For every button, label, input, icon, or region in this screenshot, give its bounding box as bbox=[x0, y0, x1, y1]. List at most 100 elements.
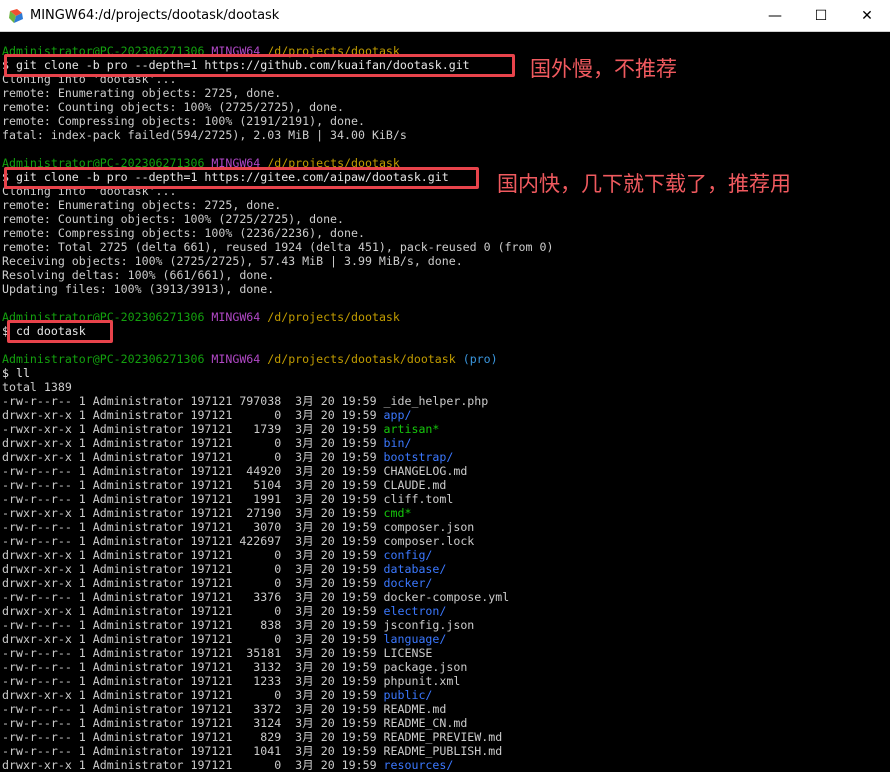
file-name: _ide_helper.php bbox=[383, 394, 489, 408]
file-meta: -rw-r--r-- 1 Administrator 197121 35181 … bbox=[2, 646, 384, 660]
file-row: -rw-r--r-- 1 Administrator 197121 838 3月… bbox=[2, 618, 474, 632]
file-row: -rw-r--r-- 1 Administrator 197121 1041 3… bbox=[2, 744, 502, 758]
file-meta: -rw-r--r-- 1 Administrator 197121 838 3月… bbox=[2, 618, 384, 632]
file-meta: -rw-r--r-- 1 Administrator 197121 3372 3… bbox=[2, 702, 384, 716]
file-row: drwxr-xr-x 1 Administrator 197121 0 3月 2… bbox=[2, 548, 432, 562]
file-meta: -rw-r--r-- 1 Administrator 197121 1041 3… bbox=[2, 744, 384, 758]
file-name: phpunit.xml bbox=[383, 674, 461, 688]
terminal-output[interactable]: Administrator@PC-202306271306 MINGW64 /d… bbox=[0, 32, 872, 772]
output-text: remote: Counting objects: 100% (2725/272… bbox=[2, 212, 345, 226]
file-meta: drwxr-xr-x 1 Administrator 197121 0 3月 2… bbox=[2, 548, 384, 562]
output-line: Updating files: 100% (3913/3913), done. bbox=[2, 282, 274, 296]
output-text: Resolving deltas: 100% (661/661), done. bbox=[2, 268, 275, 282]
file-meta: -rw-r--r-- 1 Administrator 197121 1233 3… bbox=[2, 674, 384, 688]
prompt-user: Administrator@PC-202306271306 bbox=[2, 352, 205, 366]
file-meta: -rw-r--r-- 1 Administrator 197121 3124 3… bbox=[2, 716, 384, 730]
file-meta: -rw-r--r-- 1 Administrator 197121 3070 3… bbox=[2, 520, 384, 534]
file-name: bootstrap/ bbox=[383, 450, 454, 464]
file-meta: drwxr-xr-x 1 Administrator 197121 0 3月 2… bbox=[2, 632, 384, 646]
file-name: app/ bbox=[383, 408, 412, 422]
file-meta: -rw-r--r-- 1 Administrator 197121 5104 3… bbox=[2, 478, 384, 492]
file-name: README_PUBLISH.md bbox=[383, 744, 503, 758]
file-name: composer.json bbox=[383, 520, 475, 534]
file-row: -rw-r--r-- 1 Administrator 197121 1233 3… bbox=[2, 674, 460, 688]
file-row: -rw-r--r-- 1 Administrator 197121 797038… bbox=[2, 394, 488, 408]
file-meta: -rwxr-xr-x 1 Administrator 197121 27190 … bbox=[2, 506, 384, 520]
file-meta: drwxr-xr-x 1 Administrator 197121 0 3月 2… bbox=[2, 576, 384, 590]
file-name: docker-compose.yml bbox=[383, 590, 510, 604]
file-meta: drwxr-xr-x 1 Administrator 197121 0 3月 2… bbox=[2, 436, 384, 450]
highlight-github-command bbox=[4, 54, 515, 77]
file-name: cmd* bbox=[383, 506, 412, 520]
prompt-env: MINGW64 bbox=[211, 310, 261, 324]
file-row: -rwxr-xr-x 1 Administrator 197121 1739 3… bbox=[2, 422, 439, 436]
file-meta: drwxr-xr-x 1 Administrator 197121 0 3月 2… bbox=[2, 604, 384, 618]
file-name: config/ bbox=[383, 548, 433, 562]
file-name: artisan* bbox=[383, 422, 440, 436]
file-name: language/ bbox=[383, 632, 447, 646]
file-row: drwxr-xr-x 1 Administrator 197121 0 3月 2… bbox=[2, 604, 446, 618]
maximize-button[interactable]: ☐ bbox=[798, 0, 844, 32]
output-text: remote: Compressing objects: 100% (2191/… bbox=[2, 114, 365, 128]
file-row: -rw-r--r-- 1 Administrator 197121 3132 3… bbox=[2, 660, 467, 674]
output-line: remote: Counting objects: 100% (2725/272… bbox=[2, 212, 344, 226]
file-row: -rw-r--r-- 1 Administrator 197121 3376 3… bbox=[2, 590, 509, 604]
file-meta: -rw-r--r-- 1 Administrator 197121 797038… bbox=[2, 394, 384, 408]
prompt-path: /d/projects/dootask/dootask bbox=[267, 352, 456, 366]
file-name: docker/ bbox=[383, 576, 433, 590]
file-row: -rwxr-xr-x 1 Administrator 197121 27190 … bbox=[2, 506, 411, 520]
highlight-gitee-command bbox=[4, 167, 479, 189]
file-row: -rw-r--r-- 1 Administrator 197121 35181 … bbox=[2, 646, 432, 660]
file-row: -rw-r--r-- 1 Administrator 197121 3124 3… bbox=[2, 716, 467, 730]
file-name: README_PREVIEW.md bbox=[383, 730, 503, 744]
file-row: drwxr-xr-x 1 Administrator 197121 0 3月 2… bbox=[2, 562, 446, 576]
output-line: Resolving deltas: 100% (661/661), done. bbox=[2, 268, 274, 282]
close-button[interactable]: ✕ bbox=[844, 0, 890, 32]
output-line: remote: Counting objects: 100% (2725/272… bbox=[2, 100, 344, 114]
file-row: drwxr-xr-x 1 Administrator 197121 0 3月 2… bbox=[2, 688, 432, 702]
output-text: Updating files: 100% (3913/3913), done. bbox=[2, 282, 275, 296]
file-name: cliff.toml bbox=[383, 492, 454, 506]
terminal-scrollbar[interactable] bbox=[872, 32, 890, 772]
file-meta: drwxr-xr-x 1 Administrator 197121 0 3月 2… bbox=[2, 562, 384, 576]
prompt-path: /d/projects/dootask bbox=[267, 310, 400, 324]
maximize-icon: ☐ bbox=[814, 8, 828, 24]
output-line: remote: Total 2725 (delta 661), reused 1… bbox=[2, 240, 553, 254]
output-line: fatal: index-pack failed(594/2725), 2.03… bbox=[2, 128, 407, 142]
file-row: drwxr-xr-x 1 Administrator 197121 0 3月 2… bbox=[2, 408, 411, 422]
prompt-branch: (pro) bbox=[462, 352, 498, 366]
file-meta: drwxr-xr-x 1 Administrator 197121 0 3月 2… bbox=[2, 450, 384, 464]
output-text: fatal: index-pack failed(594/2725), 2.03… bbox=[2, 128, 407, 142]
file-meta: -rwxr-xr-x 1 Administrator 197121 1739 3… bbox=[2, 422, 384, 436]
output-line: remote: Compressing objects: 100% (2236/… bbox=[2, 226, 365, 240]
file-name: bin/ bbox=[383, 436, 412, 450]
file-meta: -rw-r--r-- 1 Administrator 197121 829 3月… bbox=[2, 730, 384, 744]
output-text: remote: Counting objects: 100% (2725/272… bbox=[2, 100, 345, 114]
file-name: LICENSE bbox=[383, 646, 433, 660]
file-name: jsconfig.json bbox=[383, 618, 475, 632]
output-text: remote: Enumerating objects: 2725, done. bbox=[2, 198, 282, 212]
command-line: $ ll bbox=[2, 366, 30, 380]
file-name: resources/ bbox=[383, 758, 454, 772]
file-name: package.json bbox=[383, 660, 468, 674]
output-text: remote: Compressing objects: 100% (2236/… bbox=[2, 226, 365, 240]
file-name: composer.lock bbox=[383, 534, 475, 548]
output-text: Receiving objects: 100% (2725/2725), 57.… bbox=[2, 254, 463, 268]
title-bar[interactable]: MINGW64:/d/projects/dootask/dootask — ☐ … bbox=[0, 0, 890, 32]
file-name: CLAUDE.md bbox=[383, 478, 447, 492]
file-row: drwxr-xr-x 1 Administrator 197121 0 3月 2… bbox=[2, 758, 453, 772]
file-meta: -rw-r--r-- 1 Administrator 197121 44920 … bbox=[2, 464, 384, 478]
file-row: drwxr-xr-x 1 Administrator 197121 0 3月 2… bbox=[2, 436, 411, 450]
file-meta: -rw-r--r-- 1 Administrator 197121 3132 3… bbox=[2, 660, 384, 674]
git-bash-icon bbox=[9, 9, 23, 23]
minimize-button[interactable]: — bbox=[752, 0, 798, 32]
prompt-env: MINGW64 bbox=[211, 352, 261, 366]
file-meta: -rw-r--r-- 1 Administrator 197121 1991 3… bbox=[2, 492, 384, 506]
file-name: electron/ bbox=[383, 604, 447, 618]
file-row: drwxr-xr-x 1 Administrator 197121 0 3月 2… bbox=[2, 576, 432, 590]
file-meta: drwxr-xr-x 1 Administrator 197121 0 3月 2… bbox=[2, 688, 384, 702]
output-text: remote: Enumerating objects: 2725, done. bbox=[2, 86, 282, 100]
minimize-icon: — bbox=[768, 8, 782, 24]
file-meta: drwxr-xr-x 1 Administrator 197121 0 3月 2… bbox=[2, 408, 384, 422]
